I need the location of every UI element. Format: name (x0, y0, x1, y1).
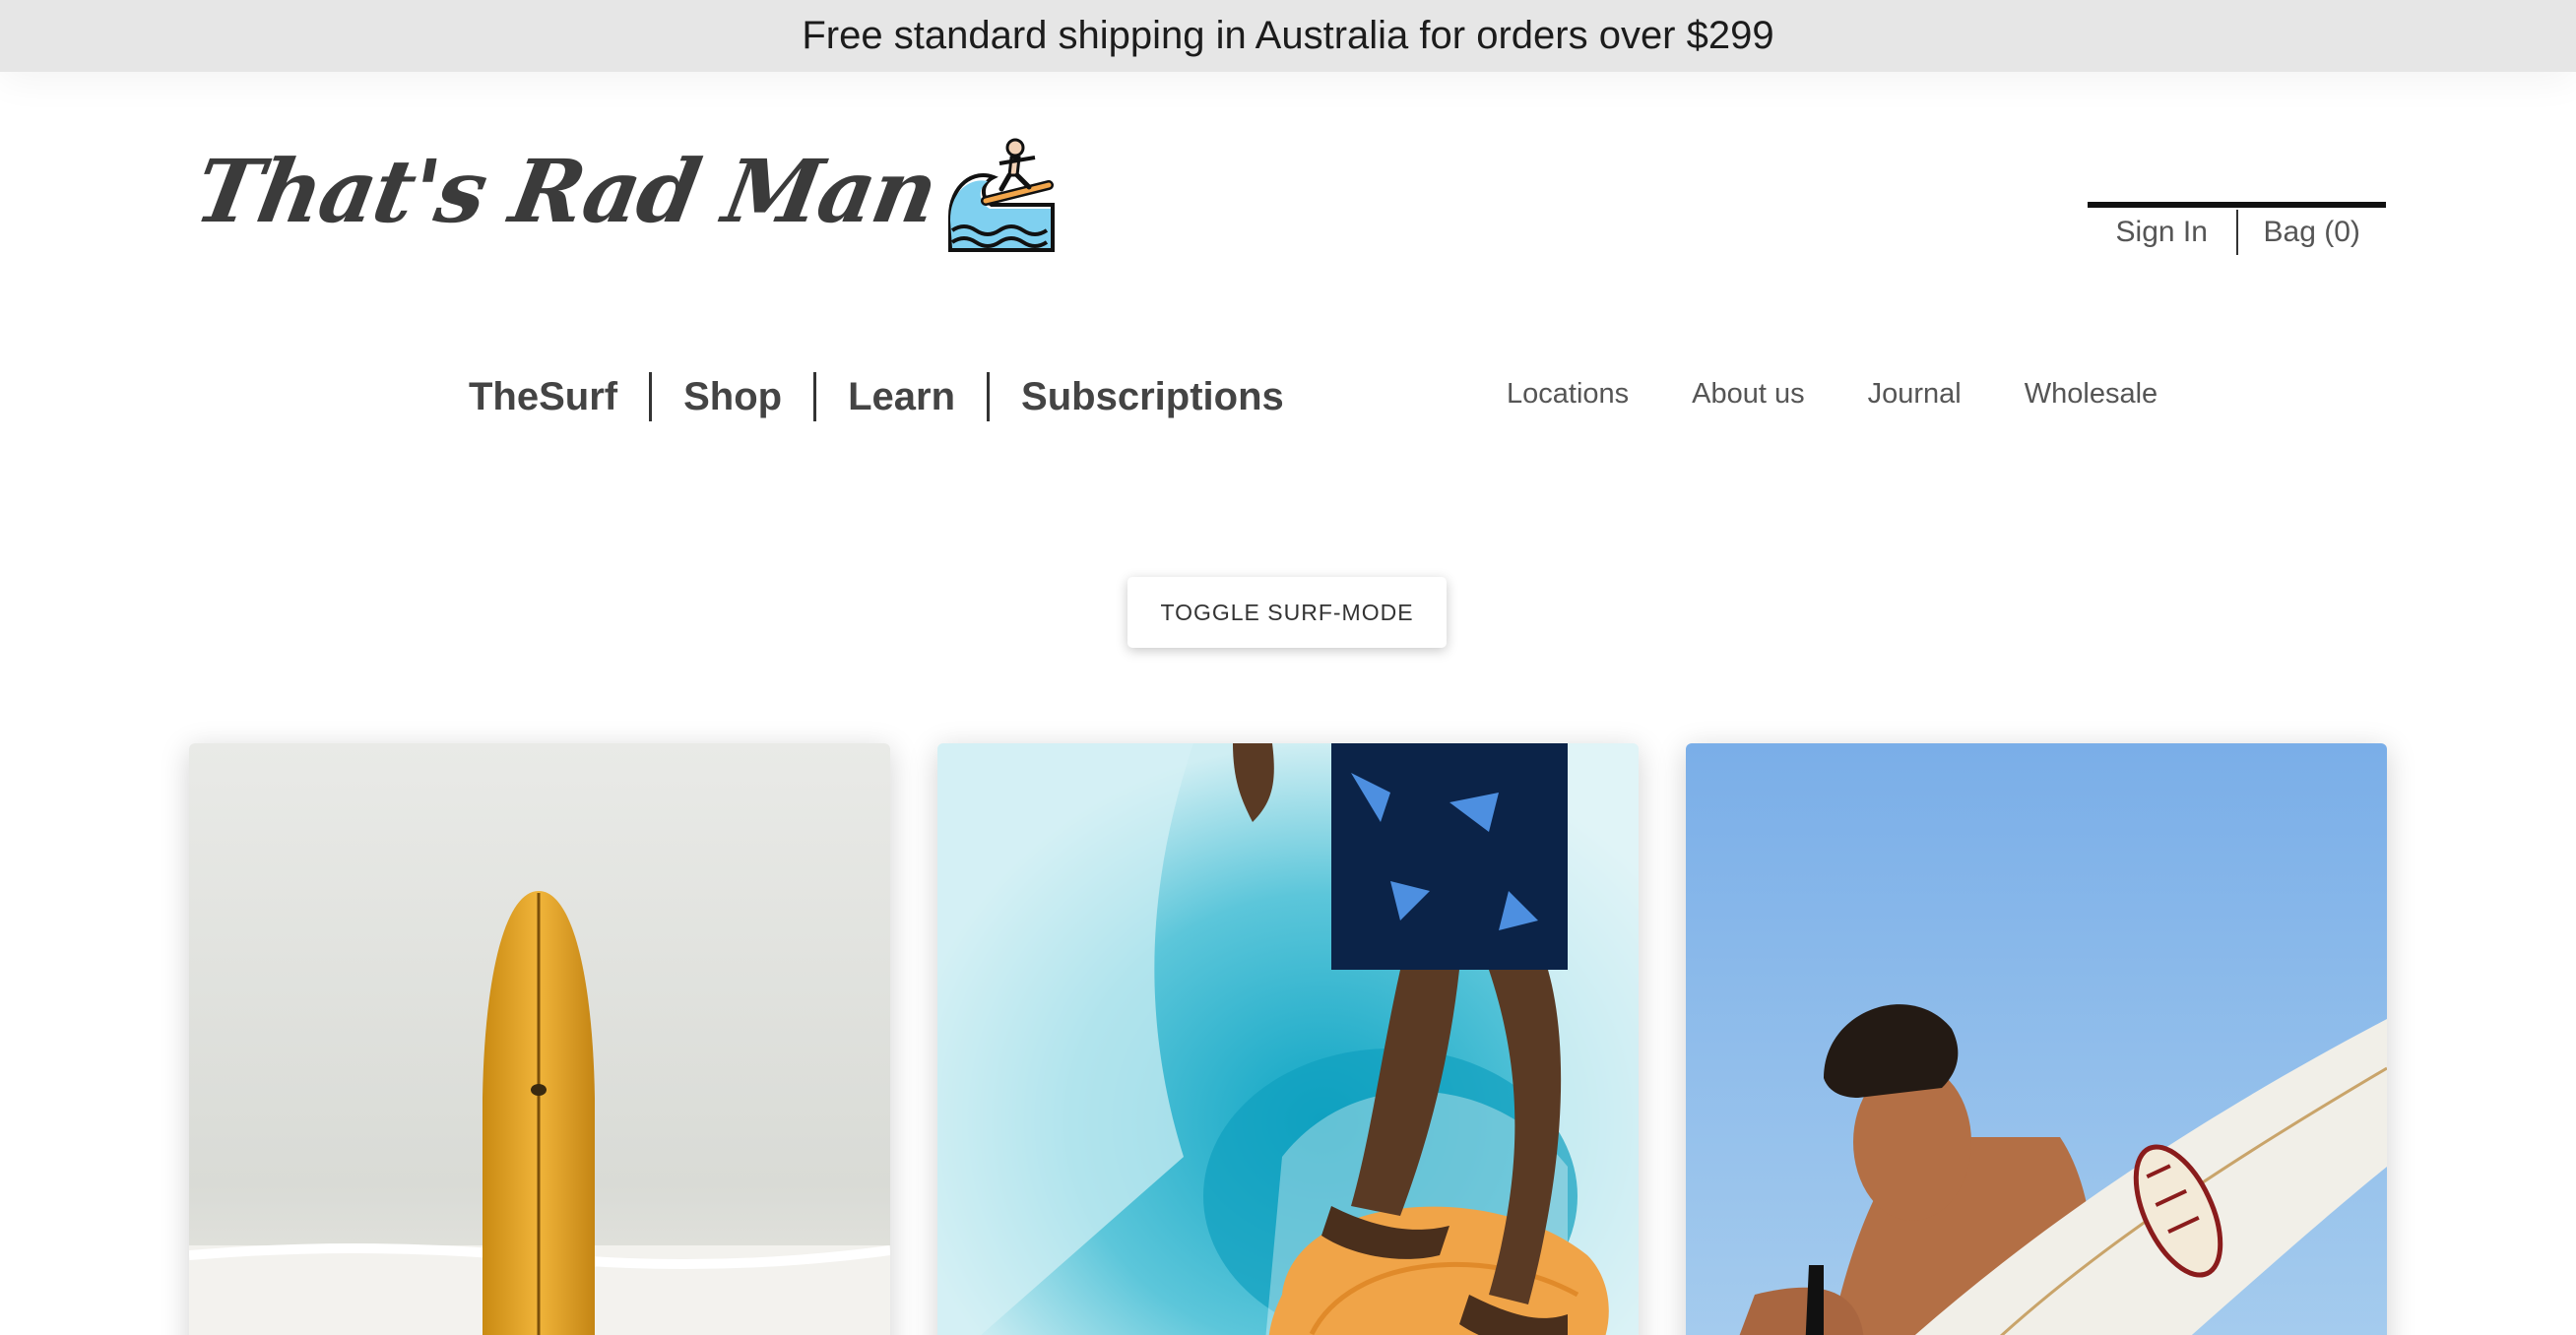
nav-item-thesurf[interactable]: TheSurf (451, 375, 649, 419)
page: Free standard shipping in Australia for … (0, 0, 2576, 1335)
main-nav: TheSurf Shop Learn Subscriptions (451, 372, 1316, 421)
account-links: Sign In Bag (0) (2088, 202, 2386, 257)
nav-item-subscriptions[interactable]: Subscriptions (990, 375, 1316, 419)
product-card-surfing[interactable] (937, 743, 1639, 1335)
nav-item-about-us[interactable]: About us (1692, 378, 1804, 411)
nav-item-shop[interactable]: Shop (652, 375, 813, 419)
nav-item-learn[interactable]: Learn (816, 375, 987, 419)
yellow-surfboard-image (189, 743, 890, 1335)
surfer-in-wave-image (937, 743, 1639, 1335)
surfer-on-wave-icon (948, 138, 1056, 252)
nav-item-journal[interactable]: Journal (1868, 378, 1962, 411)
bag-link[interactable]: Bag (0) (2238, 216, 2387, 249)
product-card-surfer[interactable] (1686, 743, 2387, 1335)
nav-item-wholesale[interactable]: Wholesale (2025, 378, 2157, 411)
toggle-surf-mode-button[interactable]: TOGGLE SURF-MODE (1127, 577, 1447, 648)
surfer-carrying-board-image (1686, 743, 2387, 1335)
product-card-surfboard[interactable] (189, 743, 890, 1335)
sign-in-link[interactable]: Sign In (2088, 216, 2236, 249)
site-logo[interactable]: That's Rad Man (188, 136, 1057, 252)
logo-text: That's Rad Man (187, 140, 944, 242)
promo-text: Free standard shipping in Australia for … (802, 14, 1774, 57)
secondary-nav: Locations About us Journal Wholesale (1507, 378, 2221, 411)
nav-item-locations[interactable]: Locations (1507, 378, 1629, 411)
promo-bar: Free standard shipping in Australia for … (0, 0, 2576, 72)
